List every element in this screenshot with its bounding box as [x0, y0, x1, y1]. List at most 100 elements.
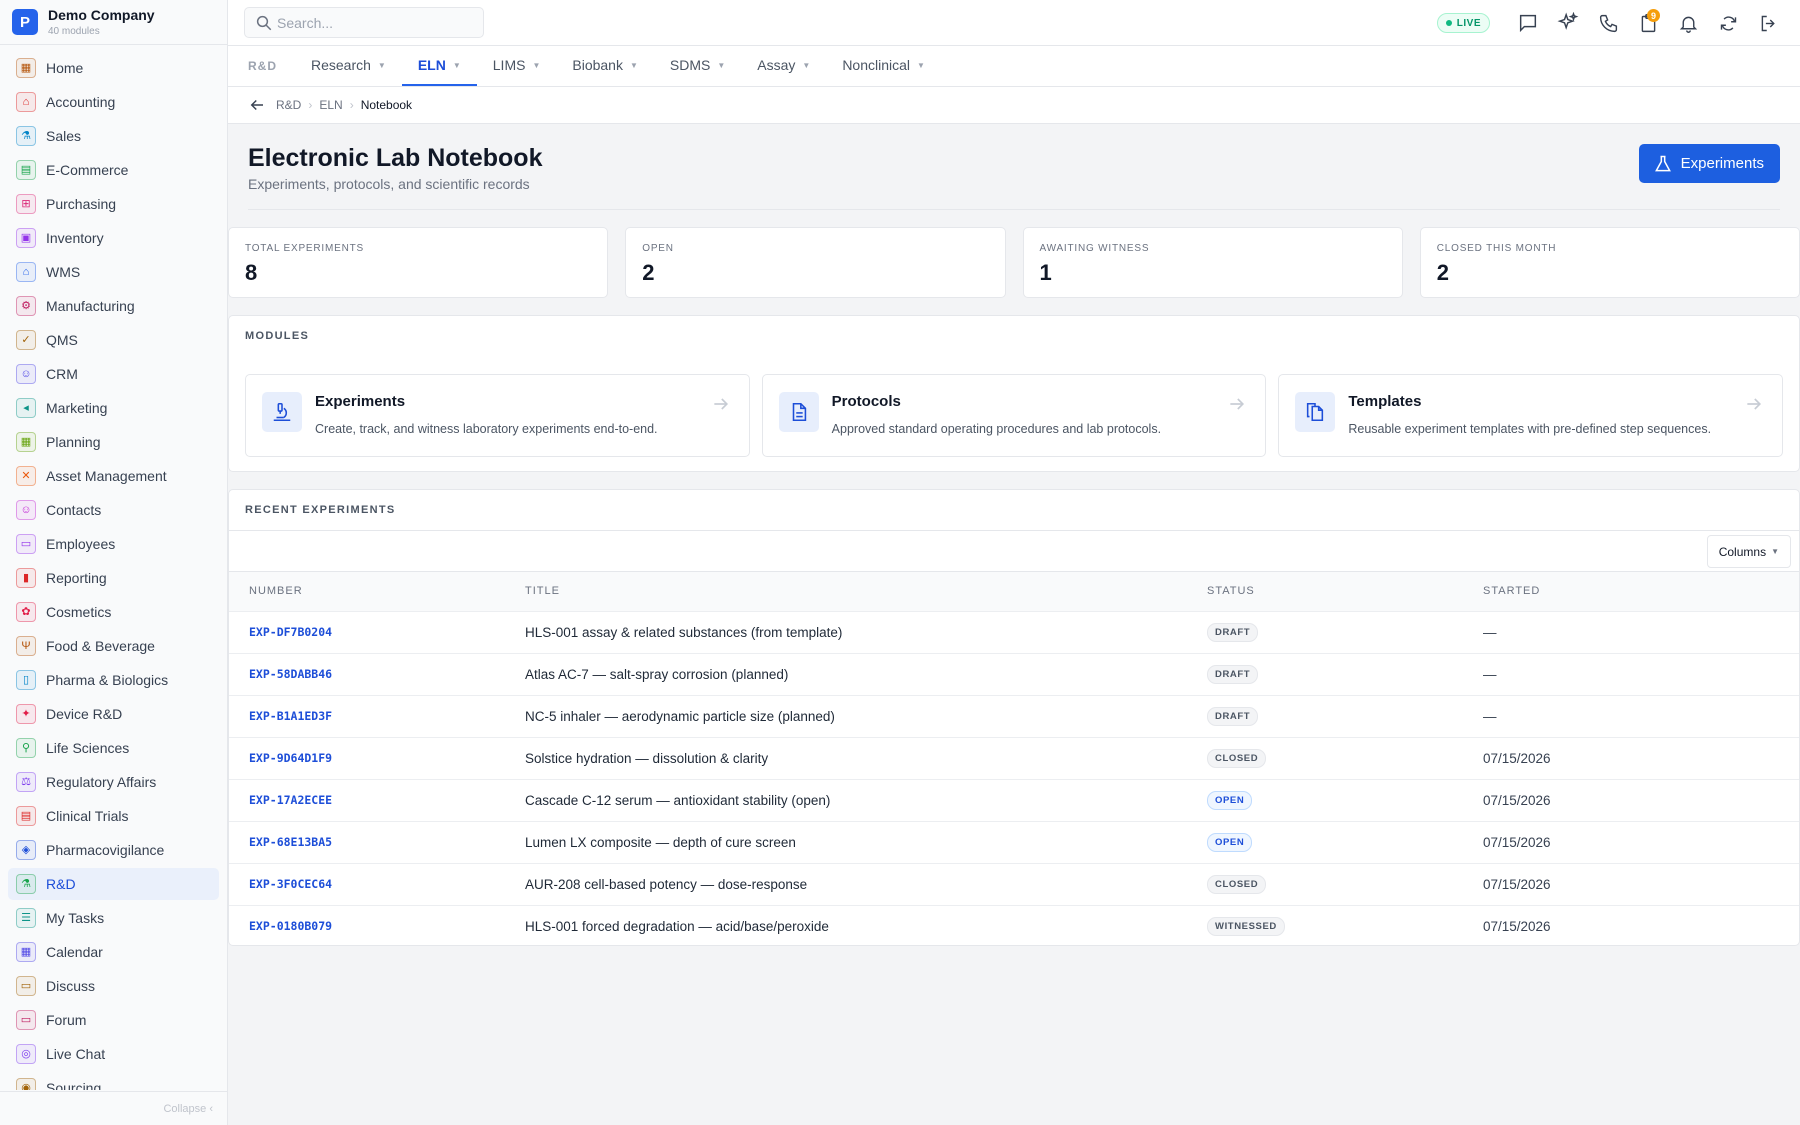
chevron-down-icon: ▼ [917, 60, 925, 70]
experiment-number-link[interactable]: EXP-68E13BA5 [229, 821, 505, 863]
experiment-number-link[interactable]: EXP-3F0CEC64 [229, 863, 505, 905]
sidebar-item-accounting[interactable]: ⌂ Accounting [8, 86, 219, 118]
sidebar-item-marketing[interactable]: ◂ Marketing [8, 392, 219, 424]
table-row[interactable]: EXP-0180B079 HLS-001 forced degradation —… [229, 905, 1799, 945]
sidebar-item-discuss[interactable]: ▭ Discuss [8, 970, 219, 1002]
experiment-title: HLS-001 forced degradation — acid/base/p… [525, 918, 829, 934]
box-icon: ▣ [16, 228, 36, 248]
tab-biobank[interactable]: Biobank ▼ [556, 46, 654, 86]
sidebar: P Demo Company 40 modules ▦ Home ⌂ Accounti… [0, 0, 228, 1125]
phone-button[interactable] [1588, 3, 1628, 43]
experiments-button[interactable]: Experiments [1638, 144, 1780, 183]
sidebar-item-clinical-trials[interactable]: ▤ Clinical Trials [8, 800, 219, 832]
sidebar-item-contacts[interactable]: ☺ Contacts [8, 494, 219, 526]
column-header-number[interactable]: NUMBER [229, 572, 505, 611]
columns-button[interactable]: Columns ▼ [1706, 535, 1791, 568]
sidebar-item-my-tasks[interactable]: ☰ My Tasks [8, 902, 219, 934]
gavel-icon: ⚖ [16, 772, 36, 792]
megaphone-icon: ◂ [16, 398, 36, 418]
status-badge: DRAFT [1207, 706, 1259, 726]
notifications-button[interactable] [1668, 3, 1708, 43]
experiment-number-link[interactable]: EXP-B1A1ED3F [229, 695, 505, 737]
sidebar-item-device-randd[interactable]: ✦ Device R&D [8, 698, 219, 730]
module-card-experiments[interactable]: Experiments Create, track, and witness l… [245, 374, 750, 457]
sidebar-item-randd[interactable]: ⚗ R&D [8, 868, 219, 900]
tab-nonclinical[interactable]: Nonclinical ▼ [826, 46, 941, 86]
arrow-right-icon [714, 398, 728, 410]
experiment-started-date: 07/15/2026 [1483, 792, 1551, 808]
table-row[interactable]: EXP-B1A1ED3F NC-5 inhaler — aerodynamic p… [229, 695, 1799, 737]
sidebar-item-employees[interactable]: ▭ Employees [8, 528, 219, 560]
experiment-number-link[interactable]: EXP-0180B079 [229, 905, 505, 945]
sidebar-item-reporting[interactable]: ▮ Reporting [8, 562, 219, 594]
module-tabs-prefix: R&D [248, 59, 277, 73]
tab-sdms[interactable]: SDMS ▼ [654, 46, 741, 86]
sidebar-item-asset-management[interactable]: ✕ Asset Management [8, 460, 219, 492]
sidebar-item-label: Pharma & Biologics [46, 672, 169, 688]
chat-button[interactable] [1508, 3, 1548, 43]
table-row[interactable]: EXP-9D64D1F9 Solstice hydration — dissolu… [229, 737, 1799, 779]
experiment-number-link[interactable]: EXP-17A2ECEE [229, 779, 505, 821]
sidebar-item-crm[interactable]: ☺ CRM [8, 358, 219, 390]
sidebar-item-label: Inventory [46, 230, 104, 246]
ai-assistant-button[interactable] [1548, 3, 1588, 43]
sidebar-item-live-chat[interactable]: ◎ Live Chat [8, 1038, 219, 1070]
sidebar-item-sourcing[interactable]: ◉ Sourcing [8, 1072, 219, 1090]
sidebar-item-sales[interactable]: ⚗ Sales [8, 120, 219, 152]
sidebar-item-qms[interactable]: ✓ QMS [8, 324, 219, 356]
experiment-number-link[interactable]: EXP-58DABB46 [229, 653, 505, 695]
sidebar-item-food-and-beverage[interactable]: Ψ Food & Beverage [8, 630, 219, 662]
sidebar-item-pharma-and-biologics[interactable]: ▯ Pharma & Biologics [8, 664, 219, 696]
breadcrumb-item-eln[interactable]: ELN [319, 98, 342, 112]
tab-research[interactable]: Research ▼ [295, 46, 402, 86]
module-card-templates[interactable]: Templates Reusable experiment templates … [1278, 374, 1784, 457]
tab-lims[interactable]: LIMS ▼ [477, 46, 557, 86]
experiment-number-link[interactable]: EXP-DF7B0204 [229, 611, 505, 653]
sidebar-item-wms[interactable]: ⌂ WMS [8, 256, 219, 288]
logout-button[interactable] [1748, 3, 1788, 43]
breadcrumb-separator: › [308, 98, 313, 112]
search-box[interactable] [244, 7, 484, 38]
breadcrumb-item-rd[interactable]: R&D [276, 98, 301, 112]
table-row[interactable]: EXP-58DABB46 Atlas AC-7 — salt-spray corr… [229, 653, 1799, 695]
sidebar-item-manufacturing[interactable]: ⚙ Manufacturing [8, 290, 219, 322]
tab-assay[interactable]: Assay ▼ [741, 46, 826, 86]
stat-value: 2 [642, 260, 655, 285]
sidebar-item-calendar[interactable]: ▦ Calendar [8, 936, 219, 968]
status-badge: DRAFT [1207, 664, 1259, 684]
sidebar-item-e-commerce[interactable]: ▤ E-Commerce [8, 154, 219, 186]
sidebar-item-cosmetics[interactable]: ✿ Cosmetics [8, 596, 219, 628]
status-badge: CLOSED [1207, 748, 1267, 768]
column-header-title[interactable]: TITLE [505, 572, 1187, 611]
tab-label: Assay [757, 57, 796, 73]
table-row[interactable]: EXP-68E13BA5 Lumen LX composite — depth o… [229, 821, 1799, 863]
sidebar-item-regulatory-affairs[interactable]: ⚖ Regulatory Affairs [8, 766, 219, 798]
table-row[interactable]: EXP-3F0CEC64 AUR-208 cell-based potency —… [229, 863, 1799, 905]
column-header-status[interactable]: STATUS [1187, 572, 1463, 611]
brand[interactable]: P Demo Company 40 modules [0, 0, 227, 45]
pill-icon: ▯ [16, 670, 36, 690]
switch-company-button[interactable] [1708, 3, 1748, 43]
experiment-number-link[interactable]: EXP-9D64D1F9 [229, 737, 505, 779]
sidebar-item-purchasing[interactable]: ⊞ Purchasing [8, 188, 219, 220]
sidebar-item-home[interactable]: ▦ Home [8, 52, 219, 84]
back-button[interactable] [248, 96, 266, 114]
collapse-button[interactable]: Collapse ‹ [0, 1091, 227, 1125]
flask-icon [1654, 155, 1671, 171]
column-header-started[interactable]: STARTED [1463, 572, 1799, 611]
sidebar-item-life-sciences[interactable]: ⚲ Life Sciences [8, 732, 219, 764]
sidebar-item-label: Discuss [46, 978, 96, 994]
sidebar-item-pharmacovigilance[interactable]: ◈ Pharmacovigilance [8, 834, 219, 866]
main-content: Electronic Lab Notebook Experiments, pro… [228, 124, 1800, 1125]
module-card-protocols[interactable]: Protocols Approved standard operating pr… [761, 374, 1267, 457]
table-row[interactable]: EXP-DF7B0204 HLS-001 assay & related subs… [229, 611, 1799, 653]
stat-closed-this-month: CLOSED THIS MONTH 2 [1419, 227, 1800, 298]
tasks-button[interactable]: 9 [1628, 3, 1668, 43]
experiment-started-date: 07/15/2026 [1483, 834, 1551, 850]
table-row[interactable]: EXP-17A2ECEE Cascade C-12 serum — antioxi… [229, 779, 1799, 821]
sidebar-item-inventory[interactable]: ▣ Inventory [8, 222, 219, 254]
sidebar-item-forum[interactable]: ▭ Forum [8, 1004, 219, 1036]
sidebar-item-planning[interactable]: ▦ Planning [8, 426, 219, 458]
tab-eln[interactable]: ELN ▼ [401, 46, 477, 86]
search-input[interactable] [277, 14, 477, 31]
